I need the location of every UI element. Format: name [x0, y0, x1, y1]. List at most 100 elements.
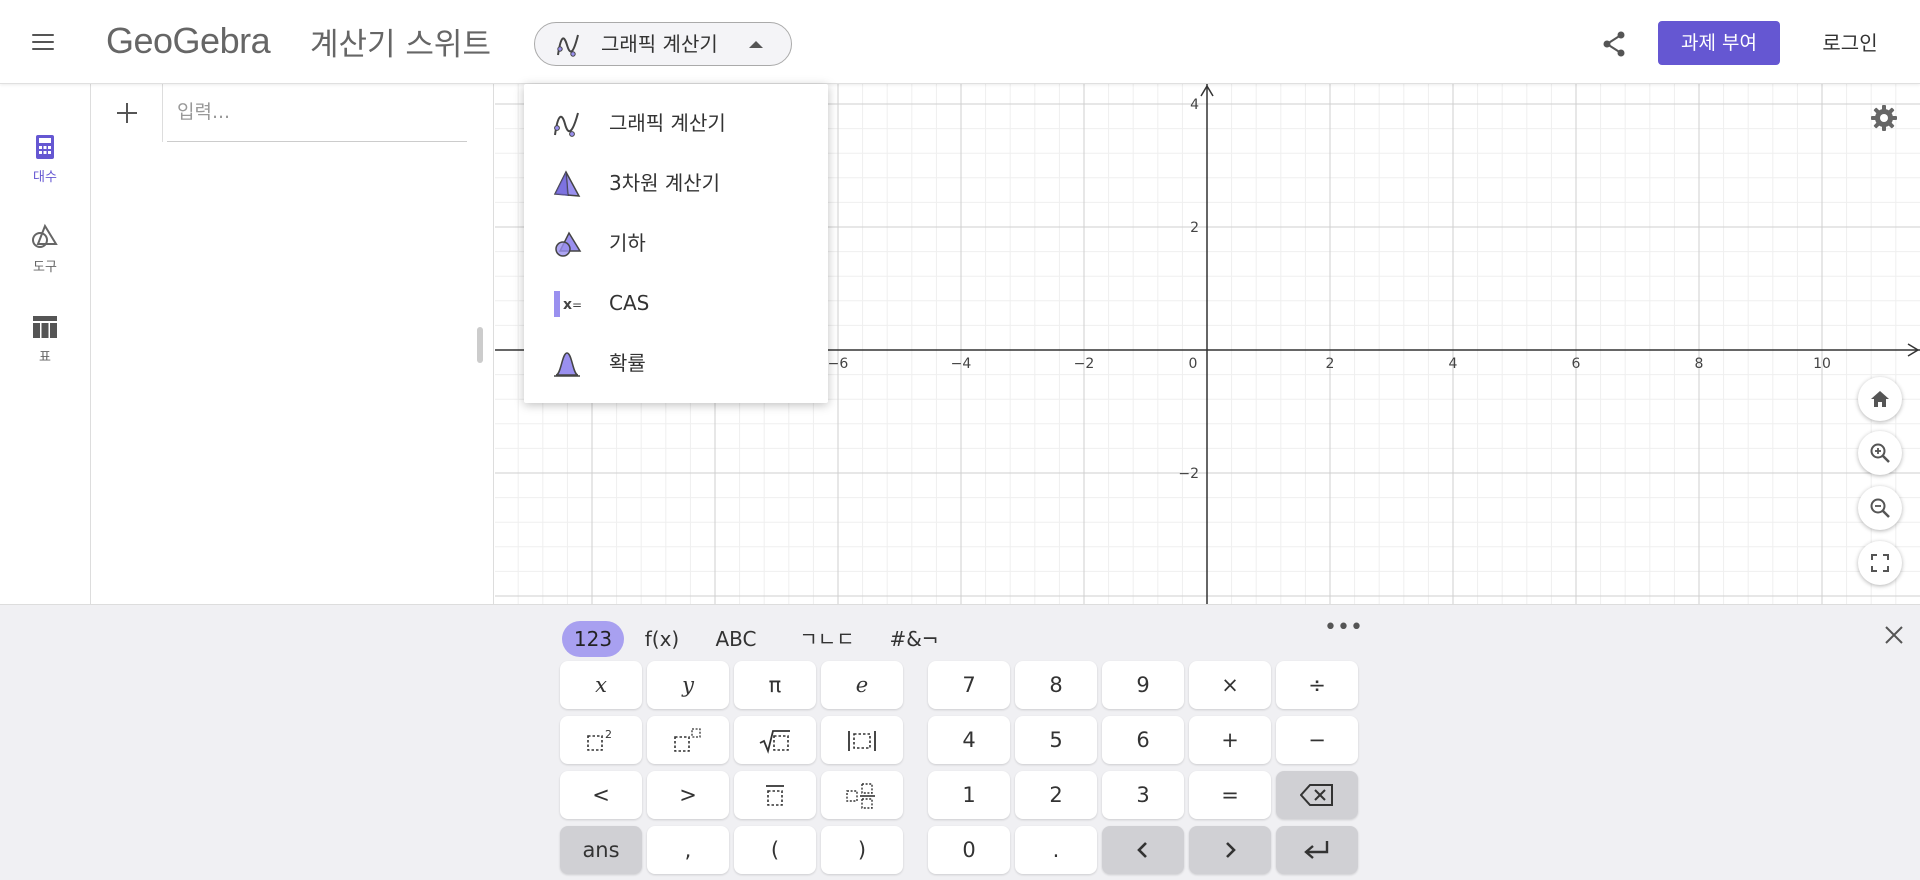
y-tick-label: −2 — [1178, 466, 1199, 482]
key-8[interactable]: 8 — [1015, 661, 1097, 709]
key-left-paren[interactable]: ( — [734, 826, 816, 874]
zoom-in-button[interactable] — [1858, 431, 1902, 475]
key-ans[interactable]: ans — [560, 826, 642, 874]
key-times[interactable]: × — [1189, 661, 1271, 709]
key-0[interactable]: 0 — [928, 826, 1010, 874]
hamburger-menu-button[interactable] — [28, 28, 60, 56]
zoom-in-icon — [1870, 443, 1890, 463]
key-x[interactable]: x — [560, 661, 642, 709]
caret-up-icon — [749, 41, 763, 48]
x-tick-label: −6 — [828, 356, 849, 372]
share-button[interactable] — [1596, 26, 1632, 62]
overline-icon — [766, 785, 784, 806]
algebra-input[interactable]: 입력... — [167, 84, 467, 142]
key-y[interactable]: y — [647, 661, 729, 709]
rail-item-algebra[interactable]: 대수 — [0, 132, 90, 204]
geogebra-logo[interactable]: GeoGebra — [106, 20, 271, 62]
key-enter[interactable] — [1276, 826, 1358, 874]
x-tick-label: 0 — [1189, 356, 1198, 372]
key-plus[interactable]: + — [1189, 716, 1271, 764]
key-less-than[interactable]: < — [560, 771, 642, 819]
mixed-number-icon — [846, 783, 875, 809]
zoom-out-icon — [1870, 498, 1890, 518]
keyboard-close-button[interactable] — [1880, 621, 1908, 649]
key-cursor-right[interactable] — [1189, 826, 1271, 874]
key-sqrt[interactable] — [734, 716, 816, 764]
key-equals[interactable]: = — [1189, 771, 1271, 819]
chevron-left-icon — [1137, 842, 1147, 858]
app-header: GeoGebra 계산기 스위트 그래픽 계산기 과제 부여 로그인 — [0, 0, 1920, 84]
backspace-icon — [1300, 784, 1333, 806]
x-tick-label: 2 — [1326, 356, 1335, 372]
key-power[interactable] — [647, 716, 729, 764]
key-mixed-number[interactable] — [821, 771, 903, 819]
graphing-icon — [554, 112, 579, 137]
key-7[interactable]: 7 — [928, 661, 1010, 709]
table-icon — [33, 316, 57, 338]
key-5[interactable]: 5 — [1015, 716, 1097, 764]
keyboard-tab-symbols[interactable]: #&¬ — [888, 621, 940, 657]
key-3[interactable]: 3 — [1102, 771, 1184, 819]
rail-item-tools[interactable]: 도구 — [0, 222, 90, 294]
keyboard-more-button[interactable]: ••• — [1324, 617, 1363, 645]
math-keyboard: 123 f(x) ABC ㄱㄴㄷ #&¬ ••• x y π e 7 8 9 ×… — [0, 604, 1920, 880]
app-switcher-label: 그래픽 계산기 — [601, 32, 718, 56]
dropdown-label: 3차원 계산기 — [609, 171, 721, 195]
share-icon — [1603, 31, 1625, 57]
assign-button[interactable]: 과제 부여 — [1658, 21, 1780, 65]
key-comma[interactable]: , — [647, 826, 729, 874]
key-backspace[interactable] — [1276, 771, 1358, 819]
keyboard-tab-abc[interactable]: ABC — [704, 621, 768, 657]
home-view-button[interactable] — [1858, 377, 1902, 421]
keyboard-tab-functions[interactable]: f(x) — [636, 621, 688, 657]
app-switcher-button[interactable]: 그래픽 계산기 — [534, 22, 792, 66]
rail-item-table[interactable]: 표 — [0, 312, 90, 384]
svg-text:x: x — [563, 297, 572, 313]
algebra-panel: 입력... — [90, 84, 494, 604]
key-1[interactable]: 1 — [928, 771, 1010, 819]
key-pi[interactable]: π — [734, 661, 816, 709]
dropdown-item-graphing[interactable]: 그래픽 계산기 — [524, 95, 828, 151]
login-button[interactable]: 로그인 — [1810, 21, 1890, 65]
key-9[interactable]: 9 — [1102, 661, 1184, 709]
dropdown-label: 그래픽 계산기 — [609, 111, 726, 135]
key-e[interactable]: e — [821, 661, 903, 709]
key-square[interactable]: 2 — [560, 716, 642, 764]
x-tick-label: 10 — [1813, 356, 1831, 372]
input-placeholder: 입력... — [177, 101, 231, 123]
add-item-button[interactable] — [91, 84, 163, 142]
key-divide[interactable]: ÷ — [1276, 661, 1358, 709]
key-4[interactable]: 4 — [928, 716, 1010, 764]
close-icon — [1885, 626, 1903, 644]
key-decimal[interactable]: . — [1015, 826, 1097, 874]
graphing-icon — [557, 34, 579, 57]
svg-text:=: = — [572, 298, 582, 312]
key-right-paren[interactable]: ) — [821, 826, 903, 874]
key-greater-than[interactable]: > — [647, 771, 729, 819]
keyboard-tab-korean[interactable]: ㄱㄴㄷ — [790, 621, 864, 657]
dropdown-item-cas[interactable]: x = CAS — [524, 275, 828, 331]
square-icon: 2 — [587, 728, 612, 751]
zoom-out-button[interactable] — [1858, 486, 1902, 530]
menu-line — [32, 34, 54, 36]
dropdown-item-geometry[interactable]: 기하 — [524, 215, 828, 271]
fullscreen-button[interactable] — [1858, 541, 1902, 585]
dropdown-item-3d[interactable]: 3차원 계산기 — [524, 155, 828, 211]
tools-icon — [32, 223, 58, 248]
key-cursor-left[interactable] — [1102, 826, 1184, 874]
key-overline[interactable] — [734, 771, 816, 819]
key-abs[interactable] — [821, 716, 903, 764]
x-tick-label: −4 — [951, 356, 972, 372]
keyboard-tab-123[interactable]: 123 — [562, 621, 624, 657]
y-tick-label: 4 — [1190, 97, 1199, 113]
key-2[interactable]: 2 — [1015, 771, 1097, 819]
dropdown-label: CAS — [609, 291, 650, 315]
panel-resize-handle[interactable] — [477, 327, 483, 363]
power-icon — [674, 728, 701, 752]
key-minus[interactable]: − — [1276, 716, 1358, 764]
dropdown-item-probability[interactable]: 확률 — [524, 335, 828, 391]
calculator-icon — [36, 135, 54, 159]
sqrt-icon — [759, 730, 790, 754]
graphics-settings-button[interactable] — [1868, 102, 1900, 134]
key-6[interactable]: 6 — [1102, 716, 1184, 764]
